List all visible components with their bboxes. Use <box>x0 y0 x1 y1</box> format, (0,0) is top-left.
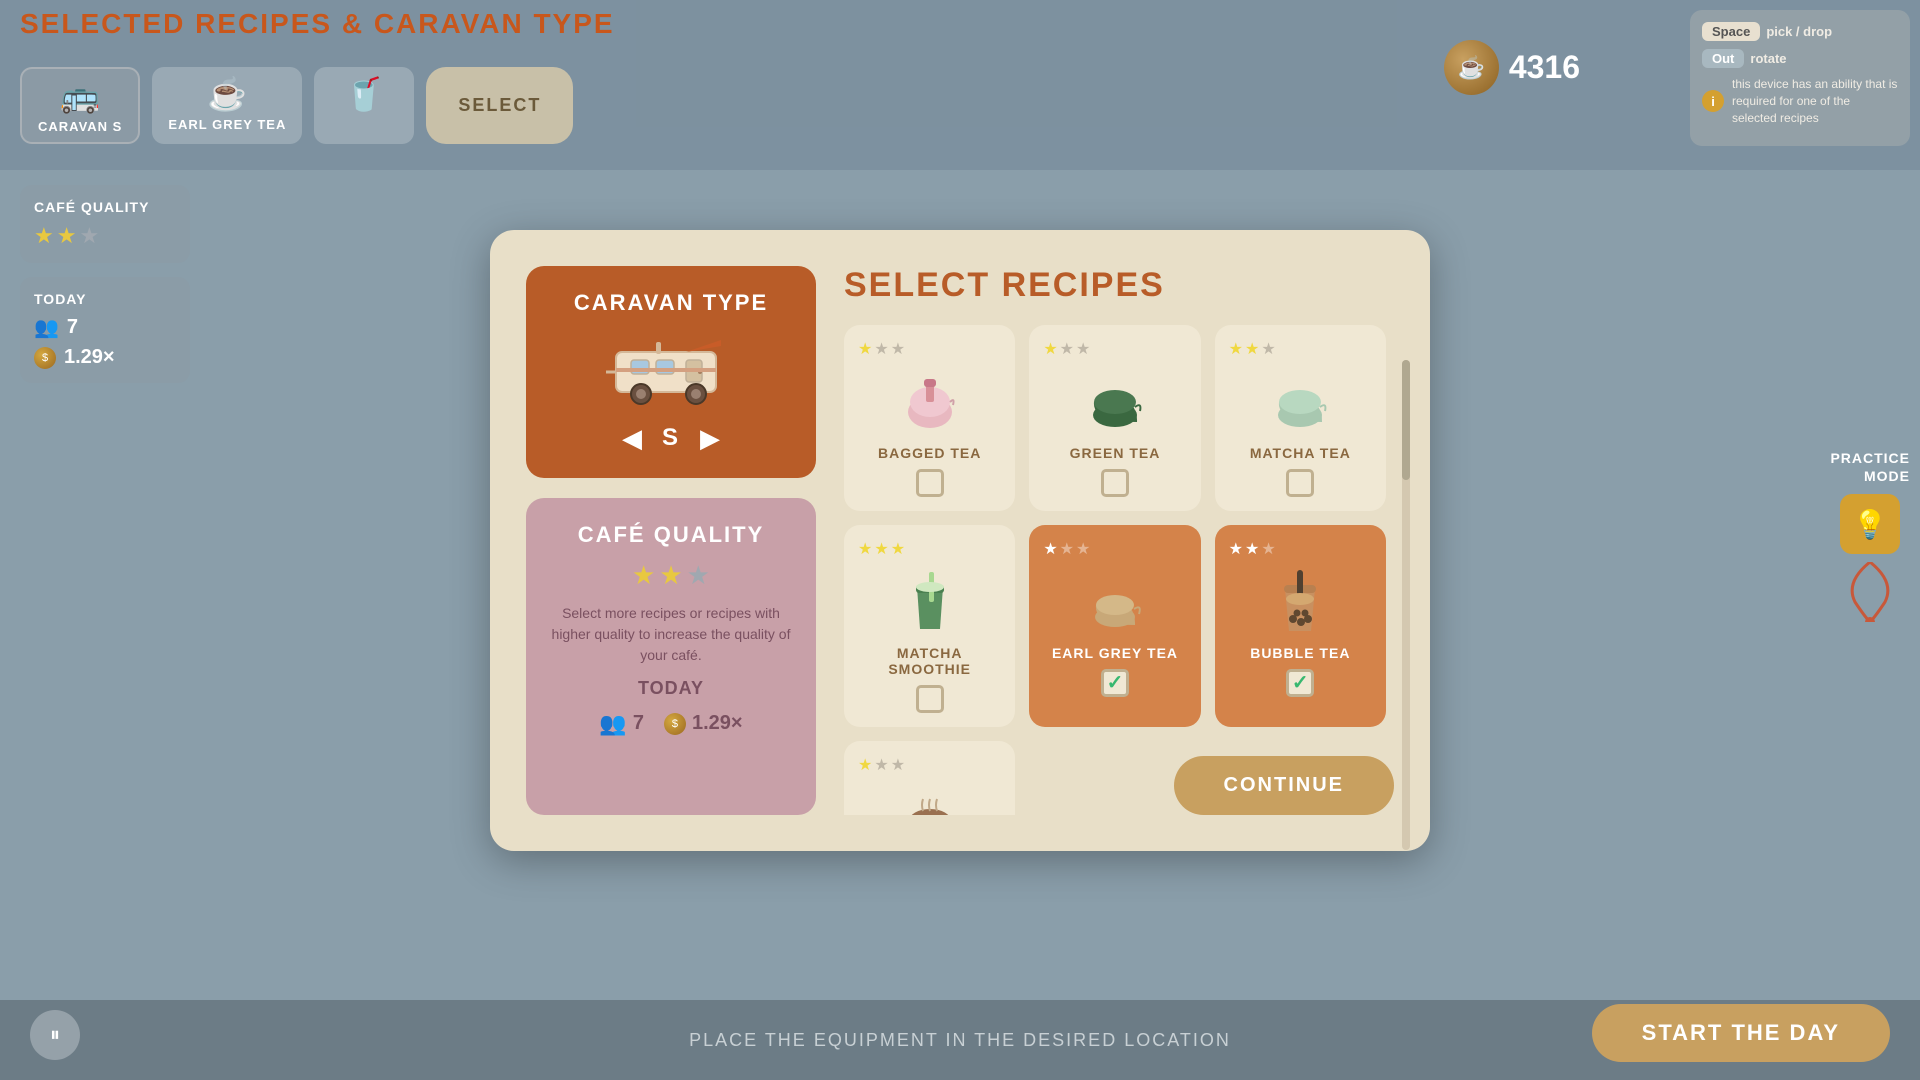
stat-customers: 👥 7 <box>599 711 644 737</box>
caravan-size: S <box>662 424 680 452</box>
caravan-panel-title: CARAVAN TYPE <box>574 290 768 316</box>
bubble-tea-checkbox[interactable]: ✓ <box>1286 669 1314 697</box>
quality-description: Select more recipes or recipes with high… <box>550 603 792 666</box>
continue-button[interactable]: CONTINUE <box>1174 756 1394 815</box>
modal-left: CARAVAN TYPE <box>526 266 816 815</box>
english-image <box>895 783 965 815</box>
recipe-card-bubble-tea[interactable]: ★ ★ ★ <box>1215 525 1386 727</box>
caravan-illustration <box>606 332 736 407</box>
scrollbar-thumb[interactable] <box>1402 360 1410 480</box>
matcha-tea-stars: ★ ★ ★ <box>1229 339 1276 359</box>
matcha-smoothie-checkbox[interactable] <box>916 685 944 713</box>
recipe-card-matcha-smoothie[interactable]: ★ ★ ★ <box>844 525 1015 727</box>
matcha-smoothie-image <box>895 567 965 637</box>
recipe-card-english[interactable]: ★ ★ ★ <box>844 741 1015 815</box>
bagged-tea-checkbox[interactable] <box>916 469 944 497</box>
earl-grey-image <box>1080 567 1150 637</box>
modal-right: SELECT RECIPES ★ ★ ★ <box>844 266 1394 815</box>
matcha-smoothie-stars: ★ ★ ★ <box>858 539 905 559</box>
quality-title: CAFÉ QUALITY <box>578 522 765 548</box>
stat-multiplier: $ 1.29× <box>664 712 743 735</box>
bagged-tea-image <box>895 367 965 437</box>
bubble-tea-checkmark: ✓ <box>1292 670 1309 695</box>
modal: CARAVAN TYPE <box>490 230 1430 851</box>
green-tea-name: GREEN TEA <box>1070 445 1161 461</box>
recipe-card-green-tea[interactable]: ★ ★ ★ GREEN TEA <box>1029 325 1200 511</box>
stat-multiplier-value: 1.29× <box>692 712 743 735</box>
earl-grey-checkmark: ✓ <box>1107 670 1124 695</box>
stat-coin-icon: $ <box>664 713 686 735</box>
bubble-tea-name: BUBBLE TEA <box>1250 645 1350 661</box>
recipe-card-bagged-tea[interactable]: ★ ★ ★ BAGGED TEA <box>844 325 1015 511</box>
scrollbar-track <box>1402 360 1410 850</box>
caravan-nav: ◀ S ▶ <box>622 423 720 454</box>
modal-overlay: CARAVAN TYPE <box>0 0 1920 1080</box>
recipe-card-earl-grey[interactable]: ★ ★ ★ EARL GREY TEA ✓ <box>1029 525 1200 727</box>
matcha-tea-image <box>1265 367 1335 437</box>
recipes-title: SELECT RECIPES <box>844 266 1394 305</box>
recipe-card-matcha-tea[interactable]: ★ ★ ★ MATCHA TEA <box>1215 325 1386 511</box>
quality-star-3: ★ <box>687 560 710 591</box>
bagged-tea-name: BAGGED TEA <box>878 445 981 461</box>
quality-panel: CAFÉ QUALITY ★ ★ ★ Select more recipes o… <box>526 498 816 815</box>
earl-grey-name: EARL GREY TEA <box>1052 645 1178 661</box>
matcha-tea-name: MATCHA TEA <box>1250 445 1351 461</box>
stat-people-icon: 👥 <box>599 711 626 737</box>
caravan-panel: CARAVAN TYPE <box>526 266 816 478</box>
green-tea-image <box>1080 367 1150 437</box>
caravan-prev-button[interactable]: ◀ <box>622 423 642 454</box>
english-stars: ★ ★ ★ <box>858 755 905 775</box>
bagged-tea-stars: ★ ★ ★ <box>858 339 905 359</box>
quality-star-2: ★ <box>659 560 682 591</box>
bubble-tea-image <box>1265 567 1335 637</box>
matcha-smoothie-name: MATCHA SMOOTHIE <box>858 645 1001 677</box>
earl-grey-checkbox[interactable]: ✓ <box>1101 669 1129 697</box>
bubble-tea-stars: ★ ★ ★ <box>1229 539 1276 559</box>
quality-stats: 👥 7 $ 1.29× <box>599 711 742 737</box>
green-tea-stars: ★ ★ ★ <box>1043 339 1090 359</box>
stat-customers-value: 7 <box>633 712 644 735</box>
quality-star-1: ★ <box>632 560 655 591</box>
earl-grey-stars: ★ ★ ★ <box>1043 539 1090 559</box>
green-tea-checkbox[interactable] <box>1101 469 1129 497</box>
recipes-grid: ★ ★ ★ BAGGED TEA <box>844 325 1394 815</box>
quality-today-label: TODAY <box>638 678 704 699</box>
matcha-tea-checkbox[interactable] <box>1286 469 1314 497</box>
quality-stars: ★ ★ ★ <box>632 560 710 591</box>
caravan-next-button[interactable]: ▶ <box>700 423 720 454</box>
